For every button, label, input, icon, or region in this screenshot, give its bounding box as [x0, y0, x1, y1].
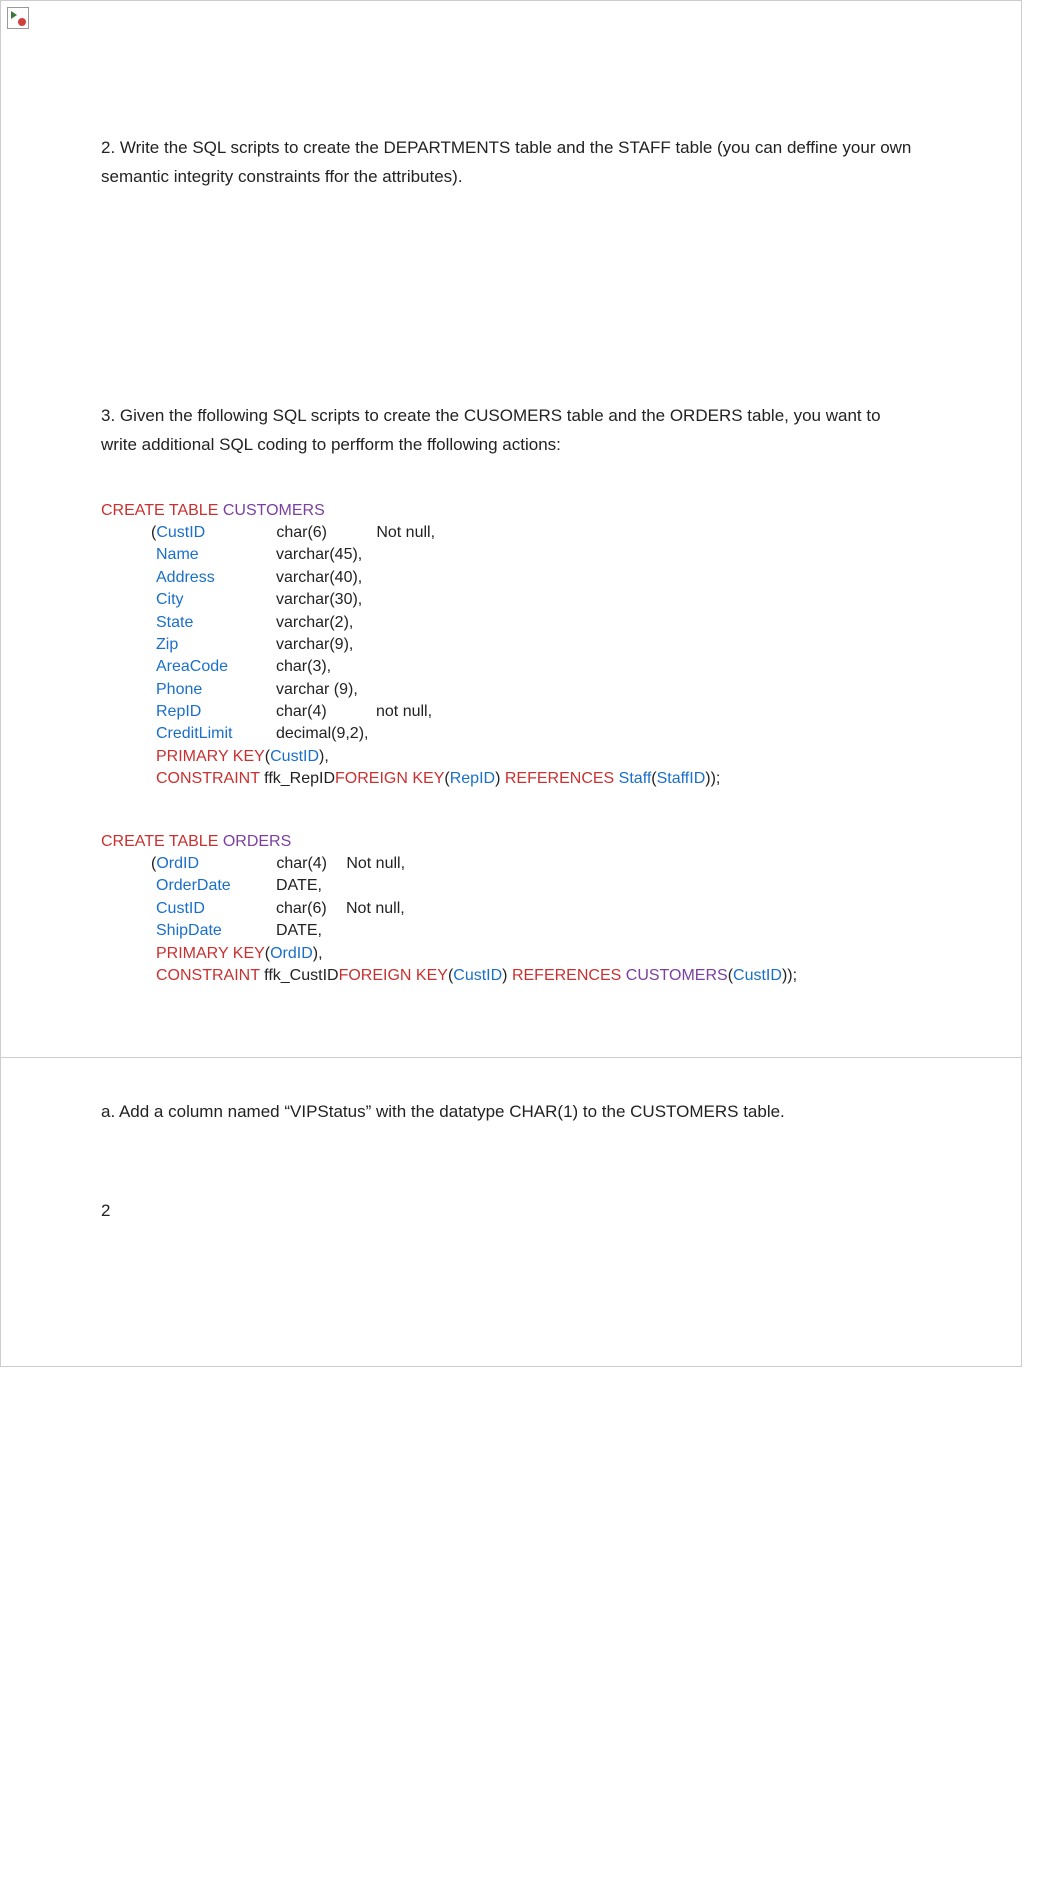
sql-keyword: CREATE TABLE: [101, 502, 218, 519]
broken-image-icon: [7, 7, 29, 29]
sql-table-name: ORDERS: [223, 833, 291, 850]
sql-primary-key: PRIMARY KEY(CustID),: [101, 746, 921, 768]
document-page: 2. Write the SQL scripts to create the D…: [0, 0, 1022, 1367]
sql-columns: (OrdIDchar(4)Not null, OrderDateDATE, Cu…: [101, 853, 921, 943]
page-content-lower: a. Add a column named “VIPStatus” with t…: [1, 1058, 1021, 1366]
sql-columns: (CustIDchar(6)Not null, Namevarchar(45),…: [101, 522, 921, 746]
question-2: 2. Write the SQL scripts to create the D…: [101, 134, 921, 192]
sql-keyword: CREATE TABLE: [101, 833, 218, 850]
sql-constraint: CONSTRAINT ffk_CustIDFOREIGN KEY(CustID)…: [101, 965, 921, 987]
question-3a: a. Add a column named “VIPStatus” with t…: [101, 1098, 921, 1127]
page-number: 2: [101, 1197, 921, 1306]
sql-block-orders: CREATE TABLE ORDERS (OrdIDchar(4)Not nul…: [101, 831, 921, 988]
sql-primary-key: PRIMARY KEY(OrdID),: [101, 943, 921, 965]
sql-block-customers: CREATE TABLE CUSTOMERS (CustIDchar(6)Not…: [101, 500, 921, 791]
sql-table-name: CUSTOMERS: [223, 502, 325, 519]
sql-constraint: CONSTRAINT ffk_RepIDFOREIGN KEY(RepID) R…: [101, 768, 921, 790]
page-content: 2. Write the SQL scripts to create the D…: [1, 34, 1021, 1057]
question-3: 3. Given the ffollowing SQL scripts to c…: [101, 402, 921, 460]
